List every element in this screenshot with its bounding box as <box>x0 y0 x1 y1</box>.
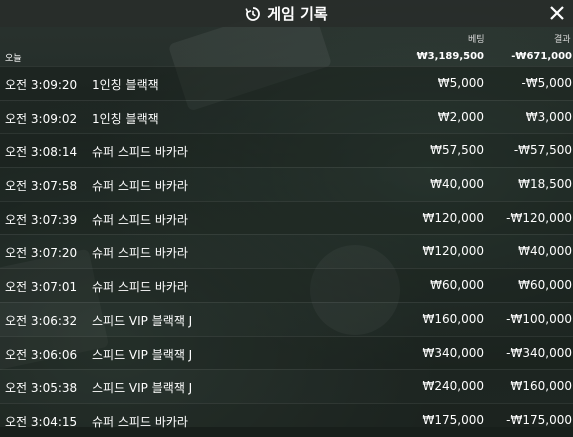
history-header: 게임 기록 <box>0 0 573 27</box>
history-row[interactable]: 오전 3:06:32 스피드 VIP 블랙잭 J ₩160,000 -₩100,000 <box>0 301 573 336</box>
page-title: 게임 기록 <box>267 5 328 23</box>
row-result-amount: -₩120,000 <box>506 210 572 225</box>
close-icon <box>550 6 564 20</box>
row-result-amount: -₩340,000 <box>506 345 572 360</box>
summary-result-total: -₩671,000 <box>511 51 572 62</box>
row-result-amount: ₩3,000 <box>525 109 572 124</box>
summary-row: 오늘 ₩3,189,500 -₩671,000 <box>0 48 573 66</box>
row-time: 오전 3:07:01 <box>5 280 78 295</box>
history-row[interactable]: 오전 3:08:14 슈퍼 스피드 바카라 ₩57,500 -₩57,500 <box>0 133 573 168</box>
history-row[interactable]: 오전 3:06:06 스피드 VIP 블랙잭 J ₩340,000 -₩340,000 <box>0 335 573 370</box>
row-result-amount: ₩60,000 <box>518 278 572 293</box>
history-row[interactable]: 오전 3:07:20 슈퍼 스피드 바카라 ₩120,000 ₩40,000 <box>0 234 573 269</box>
row-time: 오전 3:09:20 <box>5 78 78 92</box>
row-bet-amount: ₩120,000 <box>422 210 485 225</box>
history-row[interactable]: 오전 3:05:38 스피드 VIP 블랙잭 J ₩240,000 ₩160,000 <box>0 369 573 403</box>
history-row[interactable]: 오전 3:07:01 슈퍼 스피드 바카라 ₩60,000 ₩60,000 <box>0 268 573 302</box>
column-headers: 베팅 결과 <box>0 28 573 48</box>
row-game-name: 스피드 VIP 블랙잭 J <box>92 313 193 328</box>
row-bet-amount: ₩5,000 <box>437 76 484 90</box>
row-result-amount: -₩5,000 <box>521 76 572 90</box>
row-game-name: 슈퍼 스피드 바카라 <box>92 246 188 261</box>
row-bet-amount: ₩340,000 <box>422 345 485 360</box>
row-result-amount: -₩100,000 <box>506 311 572 326</box>
row-time: 오전 3:09:02 <box>5 111 78 126</box>
result-column-header: 결과 <box>554 35 571 45</box>
row-bet-amount: ₩240,000 <box>422 379 485 394</box>
row-bet-amount: ₩60,000 <box>430 278 484 293</box>
row-time: 오전 3:08:14 <box>5 145 78 160</box>
history-icon <box>245 6 261 21</box>
row-bet-amount: ₩160,000 <box>422 311 485 326</box>
row-time: 오전 3:07:20 <box>5 246 78 261</box>
history-row[interactable]: 오전 3:07:39 슈퍼 스피드 바카라 ₩120,000 -₩120,000 <box>0 200 573 235</box>
row-time: 오전 3:05:38 <box>5 381 78 396</box>
row-game-name: 스피드 VIP 블랙잭 J <box>92 347 193 362</box>
history-row[interactable]: 오전 3:09:02 1인칭 블랙잭 ₩2,000 ₩3,000 <box>0 99 573 134</box>
row-time: 오전 3:07:58 <box>5 179 78 194</box>
summary-label: 오늘 <box>5 54 22 64</box>
row-bet-amount: ₩175,000 <box>422 412 485 427</box>
row-game-name: 슈퍼 스피드 바카라 <box>92 280 188 295</box>
history-row[interactable]: 오전 3:09:20 1인칭 블랙잭 ₩5,000 -₩5,000 <box>0 66 573 100</box>
history-row[interactable]: 오전 3:07:58 슈퍼 스피드 바카라 ₩40,000 ₩18,500 <box>0 167 573 201</box>
close-button[interactable] <box>547 3 567 23</box>
row-game-name: 슈퍼 스피드 바카라 <box>92 414 188 429</box>
row-time: 오전 3:06:32 <box>5 313 78 328</box>
row-game-name: 1인칭 블랙잭 <box>92 111 159 126</box>
header-title-group: 게임 기록 <box>245 3 328 24</box>
row-result-amount: -₩57,500 <box>513 143 572 158</box>
row-result-amount: ₩18,500 <box>518 177 572 192</box>
bet-column-header: 베팅 <box>468 35 485 45</box>
row-result-amount: -₩175,000 <box>506 412 572 427</box>
row-bet-amount: ₩57,500 <box>430 143 484 158</box>
row-game-name: 스피드 VIP 블랙잭 J <box>92 381 193 396</box>
row-bet-amount: ₩2,000 <box>437 109 484 124</box>
history-list: 오전 3:09:20 1인칭 블랙잭 ₩5,000 -₩5,000 오전 3:09:02… <box>0 66 573 437</box>
row-game-name: 1인칭 블랙잭 <box>92 78 159 92</box>
row-game-name: 슈퍼 스피드 바카라 <box>92 179 188 194</box>
summary-bet-total: ₩3,189,500 <box>416 51 484 62</box>
row-result-amount: ₩40,000 <box>518 244 572 259</box>
row-result-amount: ₩160,000 <box>510 379 573 394</box>
history-row[interactable]: 오전 3:04:15 슈퍼 스피드 바카라 ₩175,000 -₩175,000 <box>0 402 573 437</box>
row-game-name: 슈퍼 스피드 바카라 <box>92 145 188 160</box>
row-bet-amount: ₩120,000 <box>422 244 485 259</box>
row-time: 오전 3:06:06 <box>5 347 78 362</box>
row-time: 오전 3:04:15 <box>5 414 78 429</box>
row-time: 오전 3:07:39 <box>5 212 78 227</box>
row-game-name: 슈퍼 스피드 바카라 <box>92 212 188 227</box>
row-bet-amount: ₩40,000 <box>430 177 484 192</box>
